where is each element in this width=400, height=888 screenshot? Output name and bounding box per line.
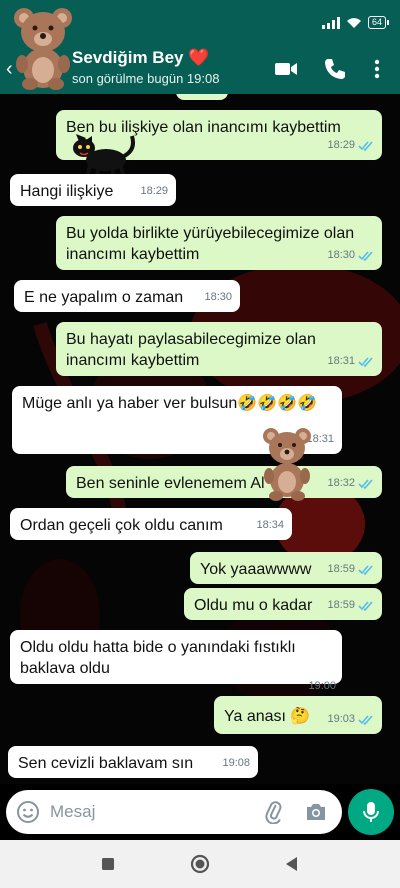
message-bubble-partial[interactable] <box>176 94 228 100</box>
message-text: Yok yaaawwww <box>200 561 312 578</box>
message-time: 18:30 <box>327 249 355 261</box>
emoji-icon[interactable] <box>16 800 40 824</box>
message-time: 18:29 <box>140 185 168 197</box>
signal-icon <box>321 16 340 29</box>
message-input[interactable] <box>50 798 250 826</box>
wifi-icon <box>346 17 361 28</box>
chat-header: ‹ Sevdiğim Bey ❤️ son görülme bugün 19:0… <box>0 8 400 94</box>
message-input-container[interactable] <box>6 790 342 834</box>
message-time: 18:59 <box>327 563 355 575</box>
message-time: 18:59 <box>327 599 355 611</box>
nav-triangle-icon[interactable] <box>280 852 304 876</box>
teddy-bear-sticker <box>263 428 311 501</box>
message-time: 18:30 <box>204 291 232 303</box>
status-icons: 64 <box>321 16 390 29</box>
message-bubble-incoming[interactable]: Ordan geçeli çok oldu canım 18:34 <box>10 508 292 540</box>
message-time: 19:03 <box>327 713 355 725</box>
mic-button[interactable] <box>348 789 394 835</box>
chat-area[interactable]: Ben bu ilişkiye olan inancımı kaybettim … <box>0 94 400 784</box>
message-text: Ben seninle evlenemem Al <box>76 475 265 492</box>
message-text: Müge anlı ya haber ver bulsun🤣🤣🤣🤣 <box>22 395 317 412</box>
nav-square-icon[interactable] <box>96 852 120 876</box>
message-bubble-outgoing[interactable]: Bu yolda birlikte yürüyebilecegimize ola… <box>56 216 382 270</box>
more-vert-icon[interactable] <box>368 56 386 82</box>
message-meta: 18:34 <box>256 515 284 536</box>
read-ticks-icon <box>358 479 373 489</box>
message-text: Bu yolda birlikte yürüyebilecegimize ola… <box>66 225 355 263</box>
contact-name[interactable]: Sevdiğim Bey ❤️ <box>72 48 209 68</box>
message-bubble-outgoing[interactable]: Ben seninle evlenemem Al 18:32 <box>66 466 382 498</box>
last-seen-status: son görülme bugün 19:08 <box>72 71 220 86</box>
video-call-icon[interactable] <box>273 56 299 82</box>
read-ticks-icon <box>358 141 373 151</box>
message-meta: 19:00 <box>308 676 336 697</box>
mic-icon <box>363 802 379 822</box>
battery-indicator: 64 <box>367 16 390 29</box>
message-meta: 18:29 <box>327 135 374 156</box>
message-bubble-outgoing[interactable]: Oldu mu o kadar 18:59 <box>184 588 382 620</box>
message-text: Oldu oldu hatta bide o yanındaki fıstıkl… <box>20 639 296 677</box>
message-meta: 18:32 <box>327 473 374 494</box>
message-meta: 18:59 <box>327 559 374 580</box>
message-bubble-incoming[interactable]: E ne yapalım o zaman 18:30 <box>14 280 240 312</box>
message-meta: 18:30 <box>204 287 232 308</box>
message-meta: 18:59 <box>327 595 374 616</box>
message-bubble-incoming[interactable]: Sen cevizli baklavam sın 19:08 <box>8 746 258 778</box>
read-ticks-icon <box>358 715 373 725</box>
nav-circle-icon[interactable] <box>188 852 212 876</box>
read-ticks-icon <box>358 251 373 261</box>
message-time: 18:34 <box>256 519 284 531</box>
message-meta: 18:31 <box>327 351 374 372</box>
message-time: 19:08 <box>222 757 250 769</box>
message-text: Bu hayatı paylasabilecegimize olan inanc… <box>66 331 316 369</box>
read-ticks-icon <box>358 565 373 575</box>
message-bubble-incoming[interactable]: Oldu oldu hatta bide o yanındaki fıstıkl… <box>10 630 342 692</box>
phone-icon[interactable] <box>322 56 348 82</box>
message-text: Hangi ilişkiye <box>20 183 114 200</box>
message-text: Ordan geçeli çok oldu canım <box>20 517 223 534</box>
teddy-bear-avatar[interactable] <box>10 4 76 90</box>
read-ticks-icon <box>358 601 373 611</box>
attach-icon[interactable] <box>262 800 286 824</box>
message-meta: 18:29 <box>140 181 168 202</box>
message-time: 19:00 <box>308 680 336 692</box>
message-meta: 19:08 <box>222 753 250 774</box>
message-text: E ne yapalım o zaman <box>24 289 184 306</box>
message-meta: 18:30 <box>327 245 374 266</box>
camera-icon[interactable] <box>304 800 328 824</box>
read-ticks-icon <box>358 357 373 367</box>
message-meta: 19:03 <box>327 709 374 730</box>
message-bubble-outgoing[interactable]: Bu hayatı paylasabilecegimize olan inanc… <box>56 322 382 376</box>
message-text: Sen cevizli baklavam sın <box>18 755 194 772</box>
system-nav-bar <box>0 840 400 888</box>
message-text: Oldu mu o kadar <box>194 597 313 614</box>
message-text: Ya anası 🤔 <box>224 708 311 725</box>
message-composer <box>0 784 400 840</box>
message-time: 18:32 <box>327 477 355 489</box>
message-time: 18:31 <box>327 355 355 367</box>
message-time: 18:29 <box>327 139 355 151</box>
message-bubble-incoming[interactable]: Hangi ilişkiye 18:29 <box>10 174 176 206</box>
message-bubble-outgoing[interactable]: Ya anası 🤔 19:03 <box>214 696 382 734</box>
message-bubble-outgoing[interactable]: Yok yaaawwww 18:59 <box>190 552 382 584</box>
